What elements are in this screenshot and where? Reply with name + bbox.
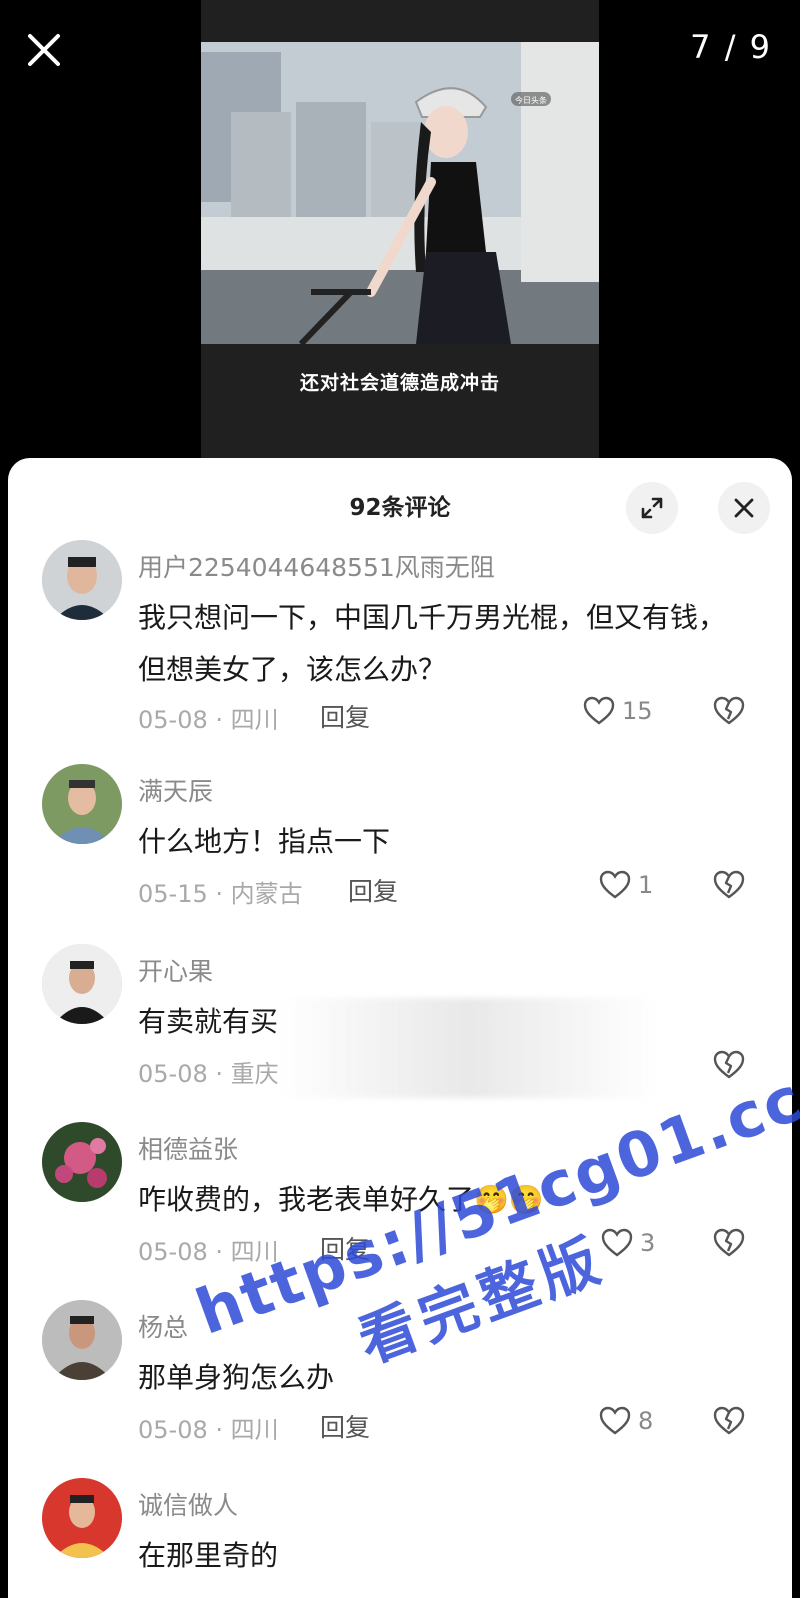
sheet-close-button[interactable] xyxy=(718,482,770,534)
heart-icon xyxy=(583,696,615,725)
broken-heart-icon xyxy=(713,870,745,899)
avatar[interactable] xyxy=(42,1122,122,1202)
dislike-button[interactable] xyxy=(712,868,746,906)
reply-button[interactable]: 回复 xyxy=(320,698,370,734)
comment-username[interactable]: 诚信做人 xyxy=(138,1486,238,1522)
cyclist-photo: 今日头条 xyxy=(201,42,599,344)
comment-date-location: 05-08 · 四川 xyxy=(138,706,279,734)
reply-button[interactable]: 回复 xyxy=(348,872,398,908)
comment-username[interactable]: 用户2254044648551风雨无阻 xyxy=(138,548,495,584)
comment-text: 在那里奇的 xyxy=(138,1539,279,1572)
photo-badge: 今日头条 xyxy=(515,95,547,105)
video-frame[interactable]: 今日头条 还对社会道德造成冲击 xyxy=(201,0,599,460)
avatar[interactable] xyxy=(42,764,122,844)
comment-text: 什么地方！指点一下 xyxy=(138,825,391,858)
page-counter: 7 / 9 xyxy=(690,28,772,66)
avatar[interactable] xyxy=(42,540,122,620)
blurred-overlay xyxy=(278,998,658,1098)
dislike-button[interactable] xyxy=(712,694,746,732)
heart-icon xyxy=(599,1406,631,1435)
like-count: 8 xyxy=(638,1407,654,1435)
comment-username[interactable]: 相德益张 xyxy=(138,1130,238,1166)
avatar[interactable] xyxy=(42,1300,122,1380)
video-caption: 还对社会道德造成冲击 xyxy=(299,372,500,394)
avatar[interactable] xyxy=(42,1478,122,1558)
like-count: 15 xyxy=(622,697,653,725)
broken-heart-icon xyxy=(713,1406,745,1435)
broken-heart-icon xyxy=(713,696,745,725)
comment-username[interactable]: 满天辰 xyxy=(138,772,213,808)
like-button[interactable]: 1 xyxy=(598,868,653,902)
like-count: 1 xyxy=(638,871,654,899)
like-button[interactable]: 8 xyxy=(598,1404,653,1438)
heart-icon xyxy=(599,870,631,899)
comment-username[interactable]: 开心果 xyxy=(138,952,213,988)
close-icon xyxy=(734,498,754,518)
expand-icon xyxy=(641,497,663,519)
comment-date-location: 05-15 · 内蒙古 xyxy=(138,880,303,908)
broken-heart-icon xyxy=(713,1050,745,1079)
media-viewer: 7 / 9 今日头条 还对社会道德造成冲击 xyxy=(0,0,800,470)
dislike-button[interactable] xyxy=(712,1404,746,1442)
comment-date-location: 05-08 · 重庆 xyxy=(138,1060,279,1088)
like-button[interactable]: 15 xyxy=(582,694,653,728)
close-icon[interactable] xyxy=(24,30,64,70)
expand-button[interactable] xyxy=(626,482,678,534)
comment-text: 我只想问一下，中国几千万男光棍，但又有钱，但想美女了，该怎么办？ xyxy=(138,601,727,686)
avatar[interactable] xyxy=(42,944,122,1024)
comment-username[interactable]: 杨总 xyxy=(138,1308,188,1344)
